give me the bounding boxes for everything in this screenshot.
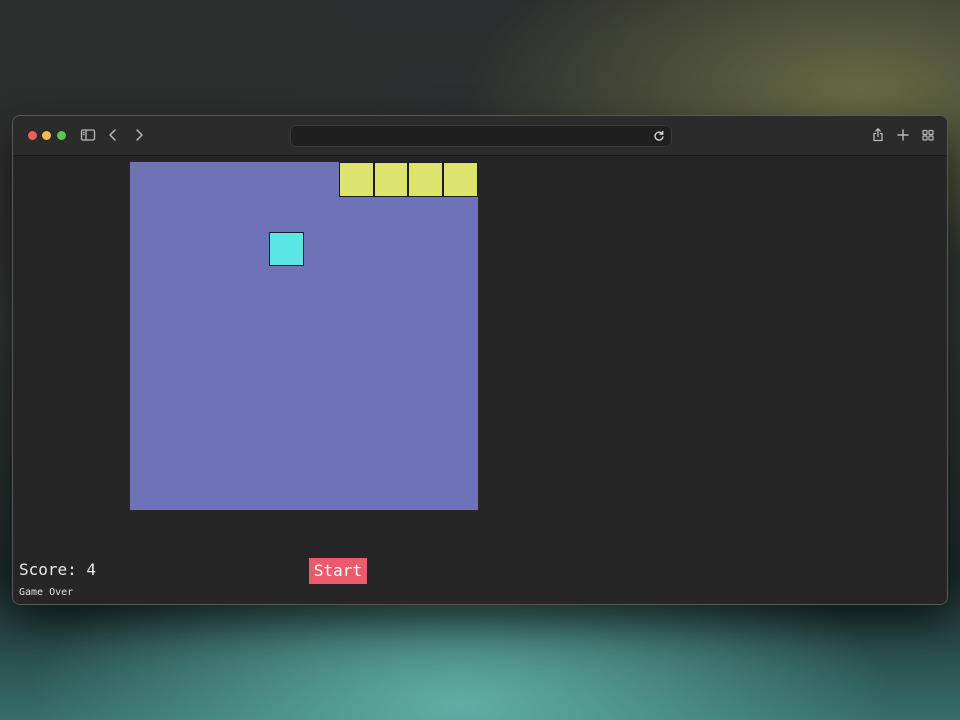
sidebar-toggle-icon[interactable] (79, 126, 97, 144)
page-content: Score: 4 Start Game Over (13, 156, 947, 604)
snake-segment (408, 162, 444, 197)
reload-icon[interactable] (652, 128, 666, 142)
snake-segment (338, 162, 374, 197)
chevron-left-icon[interactable] (104, 126, 122, 144)
browser-window: Score: 4 Start Game Over (12, 115, 948, 605)
maximize-window-button[interactable] (57, 131, 66, 140)
score-label: Score: 4 (19, 560, 97, 579)
chevron-right-icon[interactable] (130, 126, 148, 144)
browser-toolbar (13, 116, 947, 156)
game-board[interactable] (130, 162, 478, 510)
close-window-button[interactable] (28, 131, 37, 140)
food-cell (269, 231, 304, 267)
snake-segment (373, 162, 409, 197)
plus-icon[interactable] (894, 126, 912, 144)
game-status: Game Over (19, 587, 74, 598)
address-bar[interactable] (290, 125, 672, 147)
minimize-window-button[interactable] (42, 131, 51, 140)
start-button[interactable]: Start (309, 558, 367, 584)
share-icon[interactable] (869, 126, 887, 144)
snake-segment (443, 162, 478, 197)
tab-grid-icon[interactable] (919, 126, 937, 144)
